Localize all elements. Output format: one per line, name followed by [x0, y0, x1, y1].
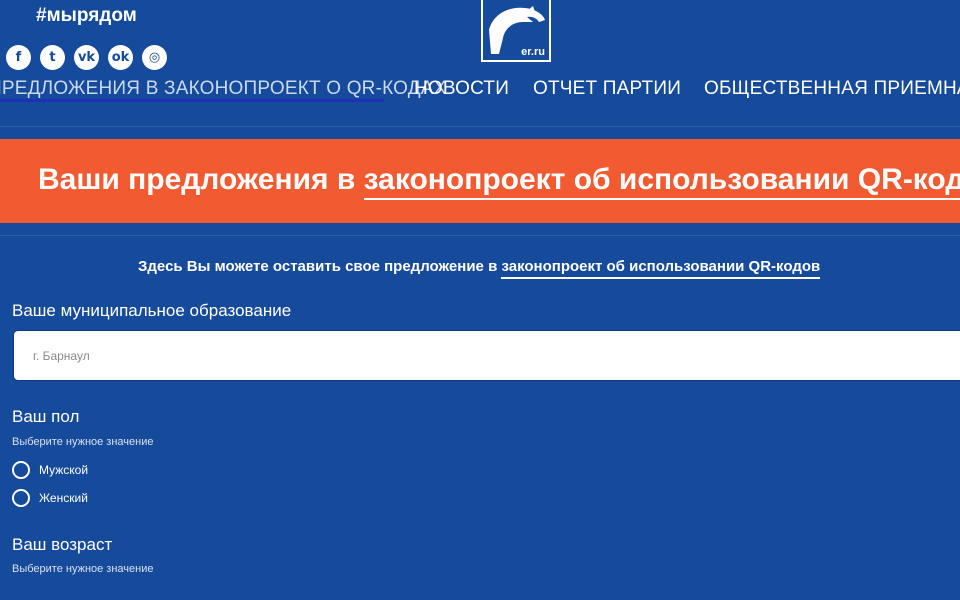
radio-label-male: Мужской [39, 463, 89, 477]
municipality-field [13, 330, 960, 381]
nav-item-news[interactable]: НОВОСТИ [414, 78, 509, 100]
banner-title: Ваши предложения в законопроект об испол… [38, 163, 960, 200]
nav-item-public-reception[interactable]: ОБЩЕСТВЕННАЯ ПРИЕМНАЯ [704, 78, 960, 100]
intro-text: Здесь Вы можете оставить свое предложени… [138, 258, 821, 279]
instagram-icon[interactable]: ◎ [142, 45, 167, 70]
age-hint: Выберите нужное значение [12, 563, 154, 575]
gender-option-female[interactable]: Женский [12, 489, 88, 507]
logo-text: er.ru [521, 46, 545, 58]
hashtag: #мырядом [36, 5, 137, 26]
radio-female[interactable] [12, 489, 30, 507]
nav-active-underline [0, 99, 384, 102]
party-logo[interactable]: er.ru [481, 0, 551, 62]
banner-title-prefix: Ваши предложения в [38, 163, 364, 196]
odnoklassniki-icon[interactable]: ok [108, 45, 133, 70]
social-links: f t vk ok ◎ [6, 45, 167, 70]
intro-prefix: Здесь Вы можете оставить свое предложени… [138, 258, 502, 275]
hero-banner: Ваши предложения в законопроект об испол… [0, 139, 960, 223]
gender-hint: Выберите нужное значение [12, 436, 154, 448]
intro-link[interactable]: законопроект об использовании QR-кодов [501, 258, 821, 279]
municipality-input[interactable] [14, 331, 960, 380]
nav-item-qr-proposals[interactable]: ПРЕДЛОЖЕНИЯ В ЗАКОНОПРОЕКТ О QR-КОДАХ [0, 78, 447, 100]
vk-icon[interactable]: vk [74, 45, 99, 70]
radio-male[interactable] [12, 461, 30, 479]
gender-option-male[interactable]: Мужской [12, 461, 88, 479]
radio-label-female: Женский [39, 491, 88, 505]
gender-label: Ваш пол [12, 407, 80, 426]
facebook-icon[interactable]: f [6, 45, 31, 70]
age-label: Ваш возраст [12, 535, 113, 554]
banner-title-link[interactable]: законопроект об использовании QR-кодов [363, 163, 960, 200]
twitter-icon[interactable]: t [40, 45, 65, 70]
section-divider [0, 235, 960, 236]
nav-divider [0, 126, 960, 127]
nav-item-party-report[interactable]: ОТЧЕТ ПАРТИИ [533, 78, 681, 100]
municipality-label: Ваше муниципальное образование [12, 301, 292, 320]
